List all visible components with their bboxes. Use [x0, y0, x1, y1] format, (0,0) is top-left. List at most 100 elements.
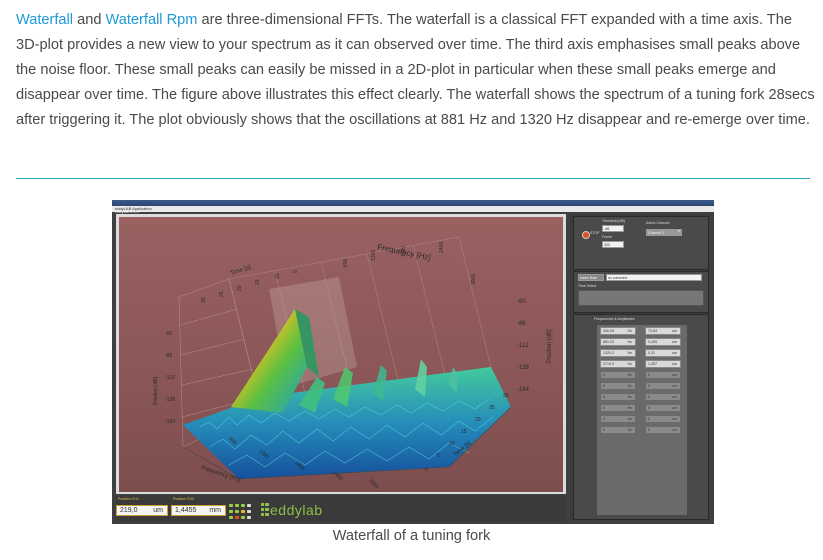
led-icon	[247, 516, 251, 519]
freq-unit: Hz	[627, 384, 632, 388]
db-tick-right: -138	[517, 365, 530, 371]
freq-tick-back: 3000	[471, 274, 477, 285]
time-select-label: Time Select	[578, 284, 597, 288]
freq-cell: 0 Hz	[600, 382, 636, 390]
freq-value: 881,22	[603, 340, 614, 344]
freq-unit: Hz	[627, 351, 632, 355]
pos-ch2-unit: mm	[209, 507, 221, 514]
amp-cell: 0 um	[645, 382, 681, 390]
threshold-label: Threshold [dB]	[602, 219, 625, 223]
paragraph-text-2: are three-dimensional FFTs. The waterfal…	[16, 12, 815, 128]
amp-unit: um	[672, 384, 677, 388]
insert-note-button[interactable]: Insert Note	[578, 274, 604, 281]
freq-value: 2719,9	[603, 362, 614, 366]
freq-cell: 0 Hz	[600, 404, 636, 412]
amp-cell: 0 um	[645, 393, 681, 401]
db-tick-left: -86	[165, 353, 172, 359]
freq-tick-back: 1800	[401, 246, 407, 257]
time-tick-front: 20	[475, 417, 481, 423]
amp-value: 0,405	[648, 340, 657, 344]
time-tick-front: 30	[503, 393, 509, 399]
freq-amp-label: Frequencies & Amplitudes	[594, 317, 635, 321]
chevron-down-icon: ▾	[678, 229, 680, 233]
freq-tick-back: 2400	[439, 242, 445, 253]
amp-unit: um	[672, 395, 677, 399]
freq-value: 0	[603, 417, 605, 421]
active-channel-select[interactable]: Channel 2	[646, 229, 682, 236]
freq-cell: 0 Hz	[600, 393, 636, 401]
pos-ch1-unit: um	[153, 507, 163, 514]
amp-cell: 0 um	[645, 404, 681, 412]
amp-unit: um	[672, 362, 677, 366]
time-tick-front: 5	[437, 453, 440, 459]
freq-unit: Hz	[627, 428, 632, 432]
divider	[16, 178, 810, 179]
waterfall-plot[interactable]: Frequency [Hz] Time [s] Frequency [Hz] T…	[116, 214, 566, 494]
db-tick-right: -60	[517, 299, 526, 305]
freq-unit: Hz	[627, 373, 632, 377]
amp-unit: um	[672, 340, 677, 344]
db-tick-left: -112	[165, 375, 175, 381]
freq-cell: 0 Hz	[600, 426, 636, 434]
time-select-slider[interactable]	[578, 290, 704, 306]
db-tick-left: -164	[165, 419, 175, 425]
eddylab-logo: eddylab	[270, 502, 323, 518]
freq-cell: 0 Hz	[600, 371, 636, 379]
eddylab-logo-icon	[261, 503, 269, 516]
freq-amp-table: 440,05 Hz 73,83 um 881,22 Hz 0,405 um 1320,2 Hz 0,…	[597, 325, 687, 515]
amp-cell: 1,357 um	[645, 360, 681, 368]
time-tick-front: 0	[425, 467, 428, 473]
amp-unit: um	[672, 329, 677, 333]
waterfall-link[interactable]: Waterfall	[16, 12, 73, 28]
freq-cell: 440,05 Hz	[600, 327, 636, 335]
pos-ch2-label: Position CH2	[173, 497, 194, 501]
led-icon	[235, 516, 239, 519]
frame-label: Frame	[602, 235, 613, 239]
amp-cell: 0,31 um	[645, 349, 681, 357]
freq-tick-front: 1200	[258, 448, 270, 460]
control-sidebar: STOP Threshold [dB] -dB Frame 300 Active…	[570, 214, 710, 520]
comment-input[interactable]: no comment	[606, 274, 702, 281]
freq-cell: 1320,2 Hz	[600, 349, 636, 357]
freq-value: 0	[603, 373, 605, 377]
stop-button[interactable]	[582, 231, 590, 239]
note-panel: Insert Note no comment Time Select	[573, 271, 709, 313]
freq-value: 0	[603, 406, 605, 410]
amp-value: 0	[648, 373, 650, 377]
status-bar: Position CH1 219,0 um Position CH2 1,4455…	[116, 496, 566, 522]
pos-ch2-value: 1,4455	[175, 507, 197, 514]
led-icon	[235, 510, 239, 513]
time-tick-back: 10	[275, 273, 281, 279]
time-tick-back: 5	[293, 270, 299, 273]
amp-value: 0	[648, 417, 650, 421]
amp-cell: 73,83 um	[645, 327, 681, 335]
window-menu: eddyLAB Application	[112, 206, 714, 212]
active-channel-label: Active Channel	[646, 221, 670, 225]
db-tick-left: -138	[165, 397, 175, 403]
time-tick-front: 15	[461, 429, 467, 435]
db-tick-right: -86	[517, 321, 526, 327]
amp-value: 0	[648, 406, 650, 410]
freq-unit: Hz	[627, 362, 632, 366]
freq-value: 0	[603, 428, 605, 432]
freq-tick-back: 1200	[371, 250, 377, 261]
frame-input[interactable]: 300	[602, 241, 624, 248]
pos-ch1-value: 219,0	[120, 507, 138, 514]
plot-background: Frequency [Hz] Time [s] Frequency [Hz] T…	[119, 217, 563, 492]
amp-unit: um	[672, 373, 677, 377]
time-tick-back: 30	[201, 297, 207, 303]
db-tick-right: -112	[517, 343, 529, 349]
waterfall-rpm-link[interactable]: Waterfall Rpm	[106, 12, 198, 28]
pos-ch1-field: 219,0 um	[116, 505, 168, 516]
channel-leds	[229, 504, 257, 520]
threshold-input[interactable]: -dB	[602, 225, 624, 232]
freq-value: 0	[603, 395, 605, 399]
time-tick-back: 15	[255, 279, 261, 285]
freq-cell: 0 Hz	[600, 415, 636, 423]
paragraph-text-1: and	[73, 12, 106, 28]
freq-tick-front: 600	[228, 436, 238, 446]
freq-value: 0	[603, 384, 605, 388]
freq-unit: Hz	[627, 406, 632, 410]
pos-ch1-label: Position CH1	[118, 497, 139, 501]
led-icon	[235, 504, 239, 507]
